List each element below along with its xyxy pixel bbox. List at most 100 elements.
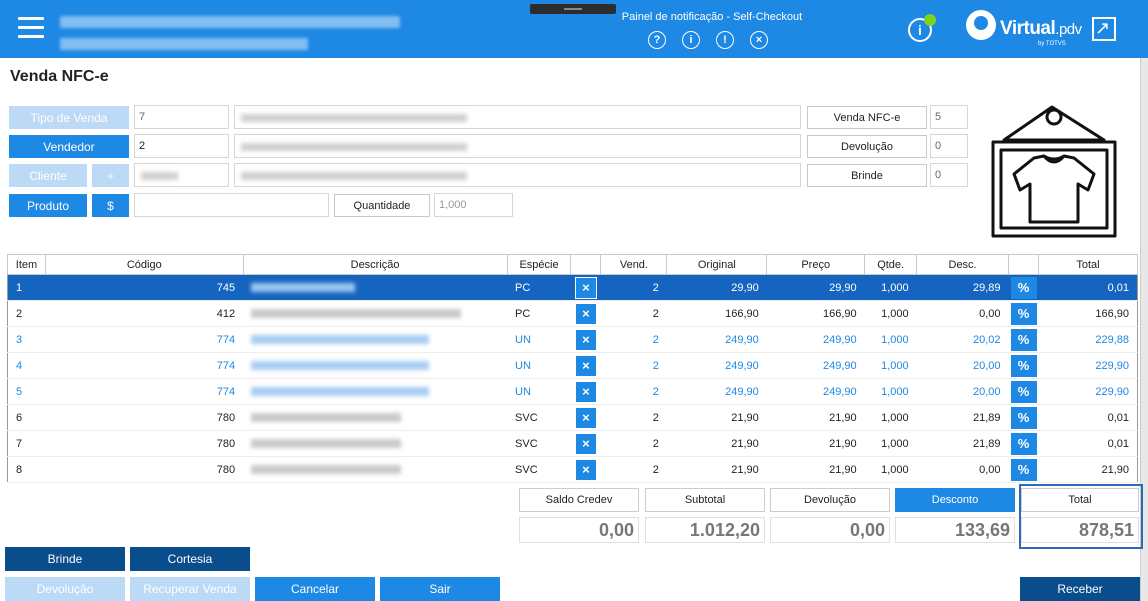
discount: 20,02	[916, 326, 1009, 353]
info-icon[interactable]: i	[682, 31, 700, 49]
remove-item-icon[interactable]: ×	[574, 328, 597, 351]
product-especie: SVC	[507, 430, 571, 457]
col-desc[interactable]: Desc.	[916, 254, 1010, 275]
line-total: 229,88	[1038, 326, 1138, 353]
product-code: 774	[45, 378, 244, 405]
remove-cell: ×	[570, 378, 601, 405]
recuperar-venda-button[interactable]: Recuperar Venda	[130, 577, 250, 601]
sair-button[interactable]: Sair	[380, 577, 500, 601]
apply-discount-icon[interactable]: %	[1010, 276, 1037, 299]
col-especie[interactable]: Espécie	[506, 254, 572, 275]
alert-icon[interactable]: !	[716, 31, 734, 49]
brinde-action-button[interactable]: Brinde	[5, 547, 125, 571]
line-total: 229,90	[1038, 378, 1138, 405]
table-row[interactable]: 1 745 PC × 2 29,90 29,90 1,000 29,89% 0,01	[7, 274, 1138, 301]
apply-discount-icon[interactable]: %	[1010, 406, 1037, 429]
line-total: 166,90	[1038, 300, 1138, 327]
col-item[interactable]: Item	[7, 254, 46, 275]
product-description	[243, 352, 508, 379]
exit-window-icon[interactable]	[1092, 17, 1116, 41]
tipo-venda-button[interactable]: Tipo de Venda	[9, 106, 129, 129]
discount-cell: %	[1008, 300, 1039, 327]
status-info-icon[interactable]: i	[908, 14, 936, 42]
vendor-code: 2	[600, 430, 667, 457]
vendedor-code-field[interactable]: 2	[134, 134, 229, 158]
apply-discount-icon[interactable]: %	[1010, 302, 1037, 325]
devolucao-count-button[interactable]: Devolução	[807, 135, 927, 158]
remove-item-icon[interactable]: ×	[574, 380, 597, 403]
close-circle-icon[interactable]: ×	[750, 31, 768, 49]
cliente-name-field	[234, 163, 801, 187]
saldo-credev-value: 0,00	[519, 517, 639, 543]
table-row[interactable]: 5 774 UN × 2 249,90 249,90 1,000 20,00% 229,90	[7, 378, 1138, 405]
discount: 0,00	[916, 300, 1009, 327]
table-row[interactable]: 8 780 SVC × 2 21,90 21,90 1,000 0,00% 21,90	[7, 456, 1138, 483]
remove-item-icon[interactable]: ×	[574, 354, 597, 377]
quantidade-input[interactable]: 1,000	[434, 193, 513, 217]
apply-discount-icon[interactable]: %	[1010, 380, 1037, 403]
product-description	[243, 430, 508, 457]
col-descricao[interactable]: Descrição	[242, 254, 508, 275]
cancelar-button[interactable]: Cancelar	[255, 577, 375, 601]
col-codigo[interactable]: Código	[44, 254, 244, 275]
vendedor-button[interactable]: Vendedor	[9, 135, 129, 158]
quantity: 1,000	[864, 274, 917, 301]
menu-icon[interactable]	[18, 17, 44, 39]
drag-handle[interactable]	[530, 4, 616, 14]
remove-item-icon[interactable]: ×	[574, 276, 597, 299]
item-number: 6	[7, 404, 46, 431]
description-redacted	[251, 283, 356, 293]
desconto-button[interactable]: Desconto	[895, 488, 1015, 512]
apply-discount-icon[interactable]: %	[1010, 458, 1037, 481]
brinde-count-button[interactable]: Brinde	[807, 164, 927, 187]
tipo-venda-code-field[interactable]: 7	[134, 105, 229, 129]
apply-discount-icon[interactable]: %	[1010, 432, 1037, 455]
remove-item-icon[interactable]: ×	[574, 432, 597, 455]
help-icon[interactable]: ?	[648, 31, 666, 49]
col-vend[interactable]: Vend.	[600, 254, 668, 275]
table-row[interactable]: 4 774 UN × 2 249,90 249,90 1,000 20,00% 229,90	[7, 352, 1138, 379]
produto-button[interactable]: Produto	[9, 194, 87, 217]
remove-item-icon[interactable]: ×	[574, 458, 597, 481]
table-row[interactable]: 7 780 SVC × 2 21,90 21,90 1,000 21,89% 0,01	[7, 430, 1138, 457]
receber-button[interactable]: Receber	[1020, 577, 1140, 601]
apply-discount-icon[interactable]: %	[1010, 328, 1037, 351]
product-especie: UN	[507, 352, 571, 379]
table-header-row: Item Código Descrição Espécie Vend. Orig…	[7, 254, 1138, 275]
line-total: 229,90	[1038, 352, 1138, 379]
original-price: 21,90	[666, 404, 767, 431]
remove-item-icon[interactable]: ×	[574, 302, 597, 325]
description-redacted	[251, 335, 430, 345]
col-preco[interactable]: Preço	[766, 254, 866, 275]
price-lookup-button[interactable]: $	[92, 194, 129, 217]
cliente-document-field	[134, 163, 229, 187]
add-cliente-button[interactable]: +	[92, 164, 129, 187]
description-redacted	[251, 439, 402, 449]
cortesia-button[interactable]: Cortesia	[130, 547, 250, 571]
col-total[interactable]: Total	[1038, 254, 1138, 275]
table-row[interactable]: 2 412 PC × 2 166,90 166,90 1,000 0,00% 166,90	[7, 300, 1138, 327]
saldo-credev-label: Saldo Credev	[519, 488, 639, 512]
logo-byline: by TOTVS	[1038, 41, 1066, 47]
devolucao-action-button[interactable]: Devolução	[5, 577, 125, 601]
cliente-button[interactable]: Cliente	[9, 164, 87, 187]
product-description	[243, 404, 508, 431]
devolucao-total-label: Devolução	[770, 488, 890, 512]
col-qtde[interactable]: Qtde.	[864, 254, 918, 275]
remove-item-icon[interactable]: ×	[574, 406, 597, 429]
product-description	[243, 274, 508, 301]
apply-discount-icon[interactable]: %	[1010, 354, 1037, 377]
page-title: Venda NFC-e	[10, 68, 109, 85]
product-code: 780	[45, 404, 244, 431]
col-original[interactable]: Original	[666, 254, 768, 275]
line-total: 0,01	[1038, 404, 1138, 431]
vendor-code: 2	[600, 300, 667, 327]
produto-input[interactable]	[134, 193, 329, 217]
table-row[interactable]: 3 774 UN × 2 249,90 249,90 1,000 20,02% 229,88	[7, 326, 1138, 353]
table-row[interactable]: 6 780 SVC × 2 21,90 21,90 1,000 21,89% 0,01	[7, 404, 1138, 431]
logo-brand-name: Virtual	[1000, 18, 1056, 39]
quantidade-button[interactable]: Quantidade	[334, 194, 430, 217]
online-status-dot	[924, 14, 936, 26]
venda-nfce-button[interactable]: Venda NFC-e	[807, 106, 927, 129]
product-tshirt-icon	[991, 105, 1117, 238]
